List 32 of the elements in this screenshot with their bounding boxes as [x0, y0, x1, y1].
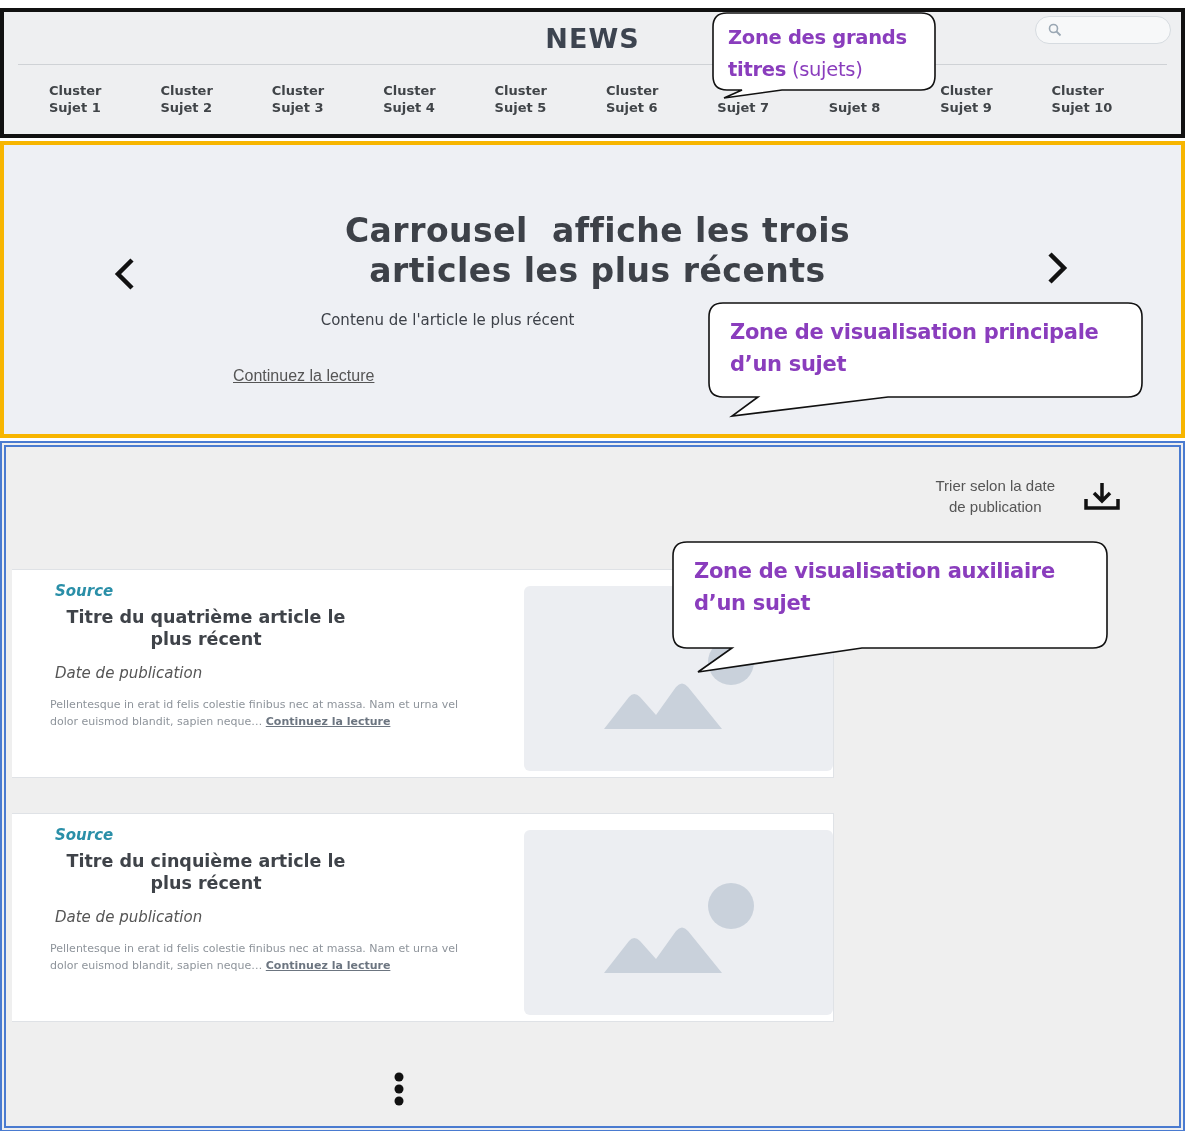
more-icon[interactable]: [393, 1072, 405, 1106]
topic-tab[interactable]: Cluster Sujet 6: [605, 82, 659, 116]
topic-tab[interactable]: Cluster Sujet 9: [940, 82, 993, 116]
sort-label[interactable]: Trier selon la date de publication: [935, 475, 1055, 517]
article-excerpt: Contenu de l'article le plus récent: [320, 311, 575, 329]
publication-date: Date de publication: [55, 908, 204, 926]
topic-tab[interactable]: Cluster Sujet 2: [160, 82, 213, 116]
read-more-link[interactable]: Continuez la lecture: [265, 959, 391, 972]
search-icon: [1048, 23, 1062, 37]
read-more-link[interactable]: Continuez la lecture: [265, 715, 391, 728]
read-more-link[interactable]: Continuez la lecture: [233, 367, 375, 385]
article-excerpt: Pellentesque in erat id felis colestie finibus nec at massa. Nam et urna vel dolor euismod blandit, sapien neque… Continuez la lecture: [50, 941, 459, 974]
article-title[interactable]: Titre du quatrième article le plus récent: [50, 606, 362, 650]
topic-tab[interactable]: Cluster Sujet 3: [271, 82, 325, 116]
carousel-title: Carrousel affiche les trois articles les plus récents: [344, 211, 851, 291]
topic-tab[interactable]: Cluster Sujet 5: [494, 82, 547, 116]
topic-tab[interactable]: Cluster Sujet 4: [383, 82, 436, 116]
site-title: NEWS: [545, 22, 640, 54]
annotation-callout: Zone de visualisation principale d’un sujet: [708, 302, 1143, 418]
topic-tab[interactable]: Cluster Sujet 10: [1051, 82, 1113, 116]
download-icon[interactable]: [1083, 481, 1121, 511]
article-source: Source: [55, 582, 115, 600]
article-excerpt: Pellentesque in erat id felis colestie finibus nec at massa. Nam et urna vel dolor euismod blandit, sapien neque… Continuez la lecture: [50, 697, 459, 730]
topic-tab[interactable]: Cluster Sujet 1: [49, 82, 102, 116]
annotation-callout: Zone de visualisation auxiliaire d’un sujet: [672, 541, 1108, 674]
annotation-callout: Zone des grands titres (sujets): [712, 12, 936, 100]
publication-date: Date de publication: [55, 664, 204, 682]
article-source: Source: [55, 826, 115, 844]
search-field[interactable]: [1035, 16, 1171, 44]
topic-tab[interactable]: Sujet 8: [828, 99, 881, 116]
article-title[interactable]: Titre du cinquième article le plus récent: [50, 850, 362, 894]
topic-tab[interactable]: Sujet 7: [717, 99, 770, 116]
